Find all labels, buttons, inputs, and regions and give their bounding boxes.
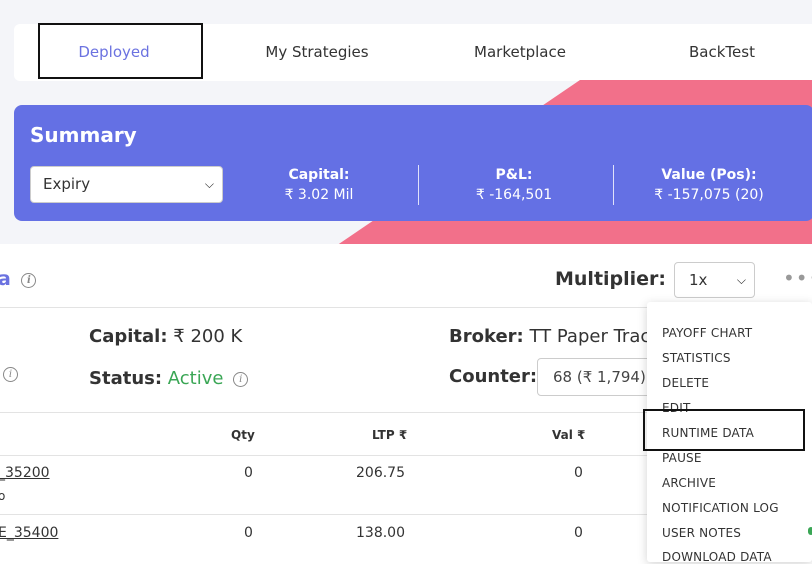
menu-item-statistics[interactable]: STATISTICS xyxy=(662,351,731,365)
info-icon[interactable]: i xyxy=(21,273,37,288)
position-subtext: o xyxy=(0,489,6,503)
status-indicator xyxy=(808,527,812,535)
divider xyxy=(418,165,419,205)
counter-input[interactable]: 68 (₹ 1,794) xyxy=(537,358,657,396)
position-symbol-link[interactable]: E_35400 xyxy=(0,525,58,541)
summary-pnl: P&L: ₹ -164,501 xyxy=(454,167,574,203)
column-header-ltp[interactable]: LTP ₹ xyxy=(372,428,407,442)
strategy-capital: Capital: ₹ 200 K xyxy=(89,326,242,347)
menu-item-download-data[interactable]: DOWNLOAD DATA xyxy=(662,550,772,564)
info-icon[interactable]: i xyxy=(3,367,18,382)
strategy-capital-label: Capital: xyxy=(89,326,168,347)
menu-item-user-notes[interactable]: USER NOTES xyxy=(662,526,741,540)
menu-item-edit[interactable]: EDIT xyxy=(662,401,691,415)
expiry-select-value: Expiry xyxy=(43,175,91,193)
summary-value-label: Value (Pos): xyxy=(661,167,757,183)
divider xyxy=(613,165,614,205)
menu-item-pause[interactable]: PAUSE xyxy=(662,451,702,465)
more-horizontal-icon[interactable]: ••• xyxy=(783,266,812,290)
tab-bar: Deployed My Strategies Marketplace BackT… xyxy=(14,24,812,81)
menu-item-delete[interactable]: DELETE xyxy=(662,376,709,390)
strategy-capital-value: ₹ 200 K xyxy=(173,326,243,347)
summary-capital-label: Capital: xyxy=(288,167,350,183)
summary-value-value: ₹ -157,075 (20) xyxy=(654,187,764,203)
summary-value: Value (Pos): ₹ -157,075 (20) xyxy=(644,167,774,203)
menu-item-notification-log[interactable]: NOTIFICATION LOG xyxy=(662,501,779,515)
position-qty: 0 xyxy=(244,525,253,541)
multiplier-select[interactable]: 1x ⌵ xyxy=(674,262,755,298)
chevron-down-icon: ⌵ xyxy=(736,273,746,287)
position-ltp: 206.75 xyxy=(356,465,405,481)
strategy-status: Status: Active i xyxy=(89,368,249,389)
summary-capital-value: ₹ 3.02 Mil xyxy=(284,187,354,203)
tab-marketplace[interactable]: Marketplace xyxy=(446,24,594,81)
summary-pnl-label: P&L: xyxy=(495,167,533,183)
strategy-actions-menu: PAYOFF CHART STATISTICS DELETE EDIT RUNT… xyxy=(647,302,812,564)
counter-value: 68 (₹ 1,794) xyxy=(553,368,646,386)
position-qty: 0 xyxy=(244,465,253,481)
summary-title: Summary xyxy=(30,123,137,147)
strategy-status-label: Status: xyxy=(89,368,163,389)
multiplier-select-value: 1x xyxy=(689,271,708,289)
strategy-broker-value: TT Paper Trac xyxy=(529,326,651,347)
strategy-name-text: a xyxy=(0,268,11,290)
menu-item-runtime-data[interactable]: RUNTIME DATA xyxy=(662,426,754,440)
position-val: 0 xyxy=(574,525,583,541)
column-header-val[interactable]: Val ₹ xyxy=(552,428,585,442)
multiplier-label: Multiplier: xyxy=(555,268,667,290)
strategy-status-value: Active xyxy=(167,368,224,389)
tab-backtest[interactable]: BackTest xyxy=(654,24,790,81)
info-icon[interactable]: i xyxy=(233,372,249,387)
menu-item-archive[interactable]: ARCHIVE xyxy=(662,476,716,490)
strategy-name[interactable]: a i xyxy=(0,268,37,290)
position-symbol-link[interactable]: _35200 xyxy=(0,465,50,481)
strategy-broker: Broker: TT Paper Trac xyxy=(449,326,650,347)
strategy-counter-label-wrap: Counter: xyxy=(449,366,537,387)
position-ltp: 138.00 xyxy=(356,525,405,541)
summary-panel: Summary Expiry ⌵ Capital: ₹ 3.02 Mil P&L… xyxy=(14,105,812,221)
summary-pnl-value: ₹ -164,501 xyxy=(475,187,553,203)
strategy-broker-label: Broker: xyxy=(449,326,524,347)
position-val: 0 xyxy=(574,465,583,481)
strategy-counter-label: Counter: xyxy=(449,366,538,387)
summary-capital: Capital: ₹ 3.02 Mil xyxy=(269,167,369,203)
expiry-select[interactable]: Expiry ⌵ xyxy=(30,166,223,203)
chevron-down-icon: ⌵ xyxy=(204,177,214,191)
column-header-qty[interactable]: Qty xyxy=(231,428,255,442)
menu-item-payoff-chart[interactable]: PAYOFF CHART xyxy=(662,326,752,340)
tab-my-strategies[interactable]: My Strategies xyxy=(244,24,390,81)
tab-deployed[interactable]: Deployed xyxy=(44,24,184,81)
